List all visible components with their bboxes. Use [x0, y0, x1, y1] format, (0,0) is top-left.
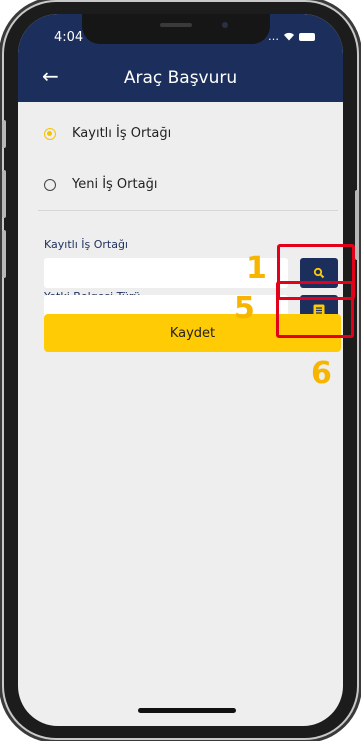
volume-up-button	[2, 170, 6, 218]
device-notch	[82, 14, 270, 44]
radio-selected-icon[interactable]	[44, 127, 56, 140]
radio-label-new: Yeni İş Ortağı	[72, 177, 158, 192]
volume-down-button	[2, 230, 6, 278]
radio-option-new[interactable]: Yeni İş Ortağı	[44, 177, 157, 192]
radio-label-registered: Kayıtlı İş Ortağı	[72, 126, 172, 141]
home-indicator[interactable]	[138, 708, 236, 713]
app-header: 4:04 … ← Araç Başvuru	[18, 14, 343, 102]
mute-switch	[2, 120, 6, 148]
phone-frame: 4:04 … ← Araç Başvuru Kayıtlı İş Ortağı …	[4, 2, 357, 738]
annotation-number-6: 6	[311, 356, 332, 391]
battery-icon	[299, 32, 315, 41]
annotation-number-1: 1	[246, 251, 267, 286]
radio-unselected-icon[interactable]	[44, 178, 56, 191]
field-label-registered-partner: Kayıtlı İş Ortağı	[44, 238, 128, 251]
app-screen: 4:04 … ← Araç Başvuru Kayıtlı İş Ortağı …	[18, 14, 343, 726]
page-title: Araç Başvuru	[123, 68, 238, 88]
wifi-icon	[284, 32, 294, 41]
power-button	[355, 190, 359, 260]
annotation-number-5: 5	[234, 291, 255, 326]
radio-option-registered[interactable]: Kayıtlı İş Ortağı	[44, 126, 171, 141]
divider	[38, 210, 338, 211]
signal-indicator: …	[268, 30, 279, 43]
status-indicators: …	[268, 30, 315, 43]
annotation-highlight-list	[276, 281, 354, 338]
status-time: 4:04	[54, 30, 84, 45]
speaker-grille	[160, 23, 192, 27]
camera-icon	[222, 22, 228, 28]
